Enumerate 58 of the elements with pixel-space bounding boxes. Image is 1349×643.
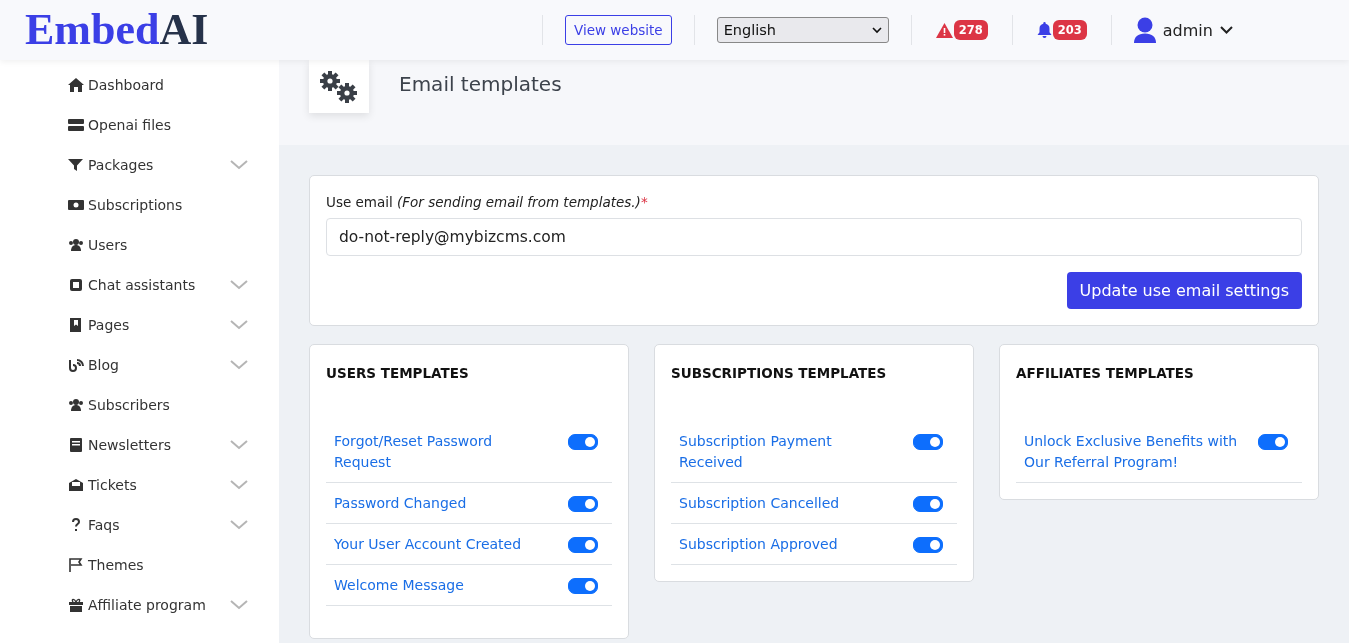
sidebar-item[interactable]: Newsletters [88, 437, 230, 453]
template-link[interactable]: Forgot/Reset Password Request [334, 431, 549, 473]
chevron-down-icon[interactable] [1219, 26, 1233, 34]
sidebar-item[interactable]: Affiliate program [88, 597, 230, 613]
user-avatar-icon[interactable] [1133, 17, 1156, 43]
sidebar-item[interactable]: Blog [88, 357, 230, 373]
toggle-switch[interactable] [913, 496, 943, 512]
template-link[interactable]: Your User Account Created [334, 534, 522, 555]
view-website-button[interactable]: View website [565, 15, 672, 45]
toggle-switch[interactable] [568, 537, 598, 553]
sidebar-item[interactable]: Faqs [88, 517, 230, 533]
toggle-switch[interactable] [568, 496, 598, 512]
sidebar-item[interactable]: Tickets [88, 477, 230, 493]
sidebar-item[interactable]: Openai files [88, 117, 248, 133]
toggle-switch[interactable] [913, 434, 943, 450]
template-link[interactable]: Unlock Exclusive Benefits with Our Referral Program! [1024, 431, 1239, 473]
sidebar-item[interactable]: Chat assistants [88, 277, 230, 293]
sidebar-item[interactable]: Packages [88, 157, 230, 173]
template-link[interactable]: Subscription Cancelled [679, 493, 840, 514]
dropdown-caret-icon[interactable] [871, 26, 882, 34]
toggle-switch[interactable] [568, 434, 598, 450]
warning-icon[interactable] [935, 22, 953, 38]
toggle-switch[interactable] [1258, 434, 1288, 450]
card-title: SUBSCRIPTIONS TEMPLATES [671, 365, 888, 381]
toggle-switch[interactable] [913, 537, 943, 553]
sidebar-item[interactable]: Dashboard [88, 77, 248, 93]
users-icon [68, 238, 84, 252]
toggle-switch[interactable] [568, 578, 598, 594]
sidebar-item[interactable]: Users [88, 237, 248, 253]
notification-count-badge: 203 [1052, 20, 1087, 40]
email-input[interactable]: do-not-reply@mybizcms.com [326, 218, 1302, 256]
sidebar-item[interactable]: Subscribers [88, 397, 248, 413]
filter-icon [68, 158, 84, 172]
money-icon [68, 198, 84, 212]
field-label: Use email (For sending email from templates.)* [326, 194, 649, 210]
book-icon [68, 318, 84, 332]
update-email-settings-button[interactable]: Update use email settings [1066, 272, 1302, 309]
template-link[interactable]: Subscription Payment Received [679, 431, 894, 473]
template-link[interactable]: Subscription Approved [679, 534, 838, 555]
gift-icon [68, 598, 84, 612]
user-menu[interactable]: admin [1162, 20, 1213, 40]
home-icon [68, 78, 84, 92]
template-link[interactable]: Welcome Message [334, 575, 464, 596]
sidebar-item[interactable]: Subscriptions [88, 197, 248, 213]
template-link[interactable]: Password Changed [334, 493, 467, 514]
blog-icon [68, 358, 84, 372]
card-title: USERS TEMPLATES [326, 365, 470, 381]
card-title: AFFILIATES TEMPLATES [1016, 365, 1195, 381]
sidebar-item[interactable]: Themes [88, 557, 248, 573]
bell-icon[interactable] [1036, 22, 1052, 38]
sidebar-item[interactable]: Pages [88, 317, 230, 333]
news-icon [68, 438, 84, 452]
page-title: Email templates [399, 72, 562, 96]
logo[interactable]: EmbedAI [0, 8, 520, 52]
flag-icon [68, 558, 84, 572]
server-icon [68, 118, 84, 132]
users2-icon [68, 398, 84, 412]
language-select[interactable]: English [716, 17, 889, 43]
